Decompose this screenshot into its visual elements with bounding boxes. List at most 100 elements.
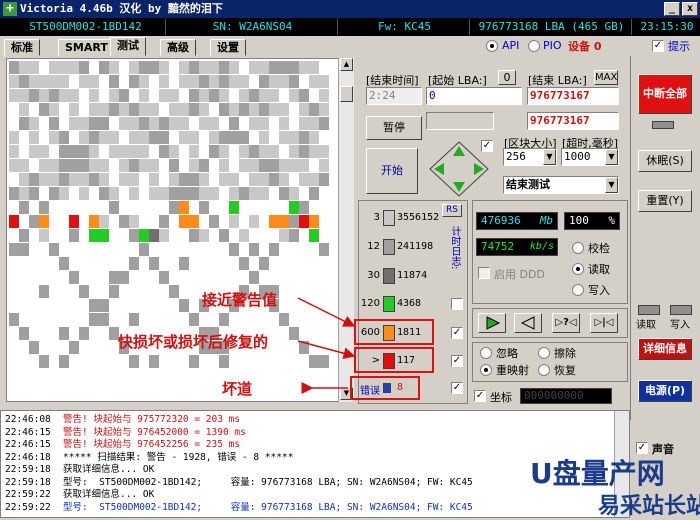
max-button[interactable]: MAX: [594, 70, 618, 85]
stat-count-2: 11874: [397, 270, 428, 281]
skip-unknown-button[interactable]: ▷?◁: [552, 313, 580, 333]
block-cell: [289, 145, 299, 158]
drive-info-bar: ST500DM002-1BD142 SN: W2A6NS04 Fw: KC45 …: [0, 18, 700, 36]
block-cell: [149, 61, 159, 74]
skip-end-button[interactable]: ▷|◁: [590, 313, 618, 333]
percent-value: 100: [569, 214, 589, 227]
hint-checkbox[interactable]: ✓: [652, 40, 664, 52]
block-cell: [19, 159, 29, 172]
block-cell: [259, 103, 269, 116]
stat-count-3: 4368: [397, 298, 422, 309]
block-size-dropdown-icon[interactable]: ▼: [543, 149, 556, 165]
block-cell: [249, 271, 259, 284]
block-cell: [79, 75, 89, 88]
tab-smart[interactable]: SMART: [58, 39, 115, 56]
write-label: 写入: [588, 284, 610, 297]
log-time: 22:46:15: [5, 426, 51, 438]
sleep-button[interactable]: 休眠(S): [638, 150, 692, 172]
block-cell: [259, 75, 269, 88]
pause-button[interactable]: 暂停: [366, 116, 422, 140]
block-cell: [239, 89, 249, 102]
block-cell: [249, 145, 259, 158]
block-cell: [279, 61, 289, 74]
block-cell: [129, 117, 139, 130]
direction-checkbox[interactable]: ✓: [481, 140, 493, 152]
ignore-radio[interactable]: [480, 347, 492, 359]
tab-standard[interactable]: 标准: [4, 39, 40, 56]
details-button[interactable]: 详细信息: [638, 338, 692, 360]
start-lba-field[interactable]: 0: [426, 87, 522, 105]
block-cell: [99, 117, 109, 130]
block-map-scrollbar[interactable]: ▲ ▼: [338, 58, 354, 402]
ddd-checkbox[interactable]: [478, 267, 490, 279]
start-button[interactable]: 开始: [366, 148, 418, 194]
write-radio[interactable]: [572, 284, 584, 296]
block-cell: [279, 313, 289, 326]
tab-settings[interactable]: 设置: [210, 39, 246, 56]
erase-radio[interactable]: [538, 347, 550, 359]
break-all-button[interactable]: 中断全部: [638, 74, 692, 114]
block-cell: [89, 313, 99, 326]
highlight-damaged: [354, 347, 434, 373]
block-cell: [59, 355, 69, 368]
reset-button[interactable]: 重置(Y): [638, 190, 692, 212]
block-cell: [179, 187, 189, 200]
end-lba-field[interactable]: 976773167: [527, 87, 619, 105]
log-row: 22:46:08 警告! 块起始与 975772320 = 203 ms: [5, 414, 240, 426]
reset-stats-button[interactable]: RS: [442, 204, 462, 217]
timeout-dropdown-icon[interactable]: ▼: [605, 149, 618, 165]
block-cell: [109, 271, 119, 284]
speed-readout: 74752 kb/s: [476, 238, 558, 256]
restore-label: 恢复: [554, 364, 576, 377]
block-cell: [49, 187, 59, 200]
block-cell: [69, 215, 79, 228]
block-cell: [129, 187, 139, 200]
stat-checkbox-6[interactable]: ✓: [451, 382, 463, 394]
block-cell: [119, 159, 129, 172]
block-cell: [199, 229, 209, 242]
scroll-up-icon[interactable]: ▲: [340, 58, 353, 71]
block-cell: [69, 229, 79, 242]
block-cell: [299, 159, 309, 172]
restore-radio[interactable]: [538, 364, 550, 376]
back-button[interactable]: [514, 313, 542, 333]
block-cell: [219, 103, 229, 116]
close-button[interactable]: x: [682, 2, 698, 16]
block-cell: [249, 243, 259, 256]
remap-radio[interactable]: [480, 364, 492, 376]
device-label: 设备 0: [568, 40, 602, 53]
verify-radio[interactable]: [572, 242, 584, 254]
block-cell: [29, 117, 39, 130]
block-cell: [69, 117, 79, 130]
end-action-dropdown-icon[interactable]: ▼: [605, 177, 618, 193]
scroll-thumb[interactable]: [340, 86, 353, 102]
block-cell: [309, 215, 319, 228]
minimize-button[interactable]: _: [664, 2, 680, 16]
block-cell: [109, 131, 119, 144]
end-action-select[interactable]: 结束测试: [503, 176, 619, 194]
time-field[interactable]: 2:24: [366, 87, 422, 105]
log-row: 22:59:22 型号: ST500DM002-1BD142; 容量: 97677…: [5, 502, 473, 514]
block-cell: [259, 117, 269, 130]
block-cell: [269, 61, 279, 74]
pio-radio[interactable]: [528, 40, 540, 52]
tab-test[interactable]: 测试: [110, 37, 146, 56]
block-cell: [89, 103, 99, 116]
block-cell: [89, 89, 99, 102]
start-lba-zero-button[interactable]: 0: [498, 70, 516, 85]
read-radio[interactable]: [572, 263, 584, 275]
play-button[interactable]: [478, 313, 506, 333]
tab-advanced[interactable]: 高级: [160, 39, 196, 56]
stat-checkbox-3[interactable]: [451, 298, 463, 310]
block-cell: [89, 215, 99, 228]
grid-checkbox[interactable]: ✓: [474, 390, 486, 402]
block-cell: [209, 145, 219, 158]
power-button[interactable]: 电源(P): [638, 380, 692, 402]
stat-checkbox-5[interactable]: ✓: [451, 355, 463, 367]
block-cell: [259, 159, 269, 172]
api-radio[interactable]: [486, 40, 498, 52]
end-lba-field-2[interactable]: 976773167: [527, 112, 619, 130]
block-cell: [89, 229, 99, 242]
block-cell: [39, 103, 49, 116]
stat-checkbox-4[interactable]: ✓: [451, 327, 463, 339]
